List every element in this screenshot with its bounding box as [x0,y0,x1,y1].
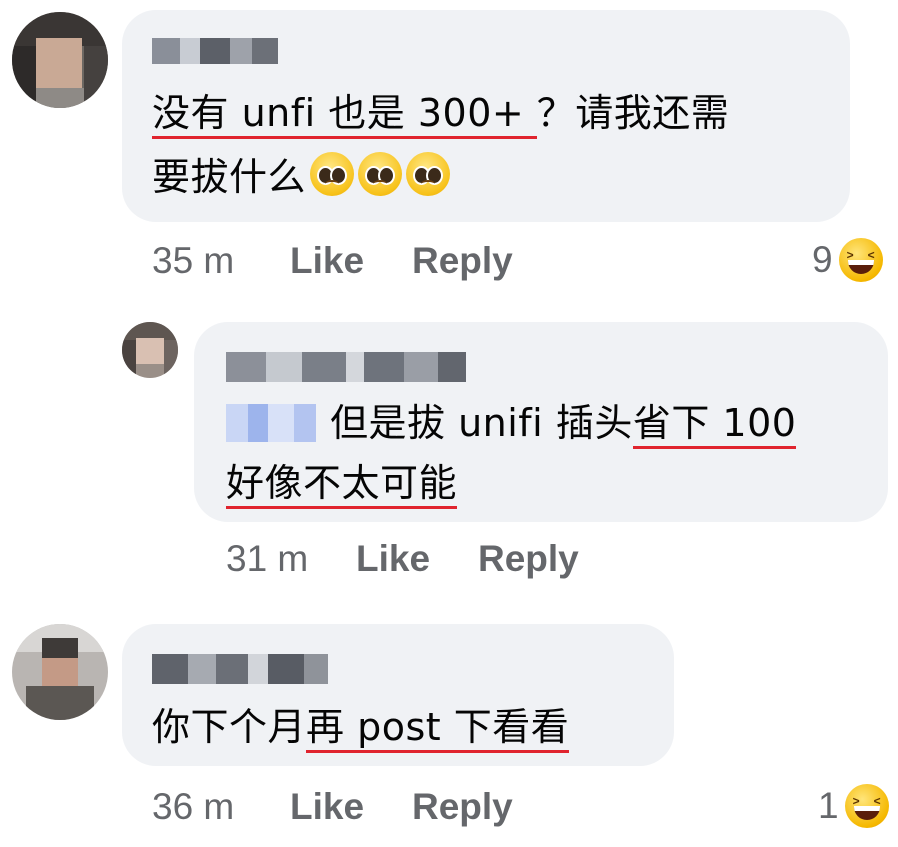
comment-timestamp[interactable]: 31 m [226,538,308,580]
comment-text-underlined: 省下 100 [632,401,797,449]
comment-text: 但是拔 unifi 插头省下 100 [330,394,797,452]
comment-text-underlined: 好像不太可能 [226,461,458,509]
mention-tag-blurred[interactable] [226,404,316,442]
author-name-blurred[interactable] [152,654,328,684]
avatar[interactable] [122,322,178,378]
reaction-count: 1 [818,785,839,826]
avatar[interactable] [12,624,108,720]
comment-text-line2-label: 要拔什么 [152,155,307,199]
author-name-blurred[interactable] [152,38,278,64]
comment-text-plain: 但是拔 unifi 插头 [330,401,633,445]
author-name-blurred[interactable] [226,352,466,382]
reply-button[interactable]: Reply [412,786,513,828]
like-button[interactable]: Like [356,538,430,580]
like-button[interactable]: Like [290,240,364,282]
comment-text-rest: ？请我还需 [536,91,730,135]
comment-text: 没有 unfi 也是 300+ ？请我还需 [152,84,729,142]
reaction-summary[interactable]: 1 > < [818,784,889,828]
laughing-face-icon: > < [844,784,889,828]
avatar[interactable] [12,12,108,108]
pleading-face-icon [406,152,451,196]
like-button[interactable]: Like [290,786,364,828]
reply-button[interactable]: Reply [478,538,579,580]
reaction-summary[interactable]: 9 > < [812,238,883,282]
comment-text-line2: 要拔什么 [152,148,451,206]
laughing-face-icon: > < [838,238,883,282]
comment-text-underlined: 再 post 下看看 [306,705,570,753]
pleading-face-icon [310,152,355,196]
pleading-face-icon [358,152,403,196]
reaction-count: 9 [812,239,833,280]
comment-timestamp[interactable]: 36 m [152,786,234,828]
reply-button[interactable]: Reply [412,240,513,282]
comment-text-line2: 好像不太可能 [226,454,458,512]
comment-text-plain: 你下个月 [152,705,307,749]
comment-timestamp[interactable]: 35 m [152,240,234,282]
comment-text: 你下个月再 post 下看看 [152,698,570,756]
comment-text-underlined: 没有 unfi 也是 300+ [152,91,537,139]
